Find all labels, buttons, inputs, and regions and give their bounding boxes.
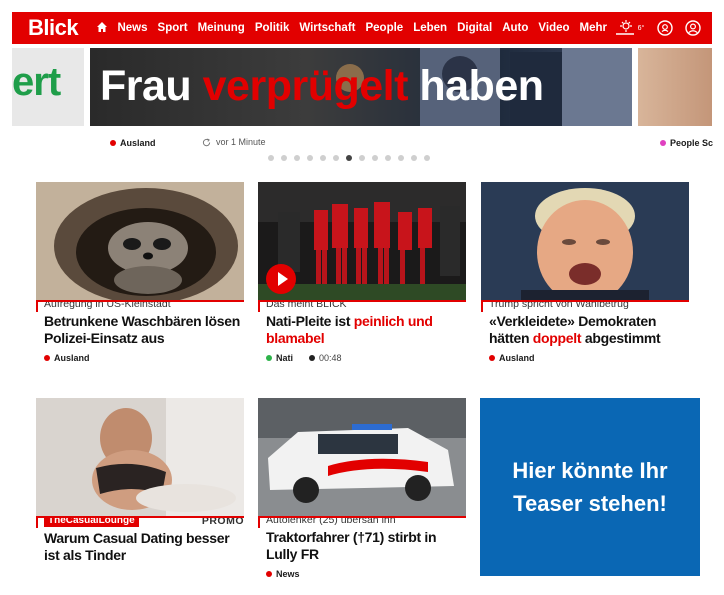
video-play-button[interactable] <box>266 264 296 294</box>
weather-icon[interactable]: 6° <box>612 19 646 37</box>
hero-next-category-label: People Sc <box>670 138 714 148</box>
hero-headline-part-1: Frau <box>100 62 203 110</box>
user-account-icon[interactable] <box>684 19 702 37</box>
article-title[interactable]: «Verkleidete» Demokraten hätten doppelt … <box>489 313 689 347</box>
carousel-pagination <box>268 155 430 161</box>
blick-logo[interactable]: Blick <box>12 15 93 41</box>
article-category[interactable]: News <box>266 569 300 579</box>
carousel-dot[interactable] <box>294 155 300 161</box>
category-dot <box>660 140 666 146</box>
promo-image <box>36 398 244 516</box>
article-title[interactable]: Betrunkene Waschbären lösen Polizei-Eins… <box>44 313 244 347</box>
nav-item-news[interactable]: News <box>112 22 152 34</box>
article-title-part: Nati-Pleite ist <box>266 313 354 329</box>
hero-slide-next[interactable] <box>638 48 712 126</box>
article-image <box>258 182 466 300</box>
top-navigation-bar: Blick News Sport Meinung Politik Wirtsch… <box>12 12 712 44</box>
weather-temperature: 6° <box>637 24 645 32</box>
hero-slide-previous[interactable]: ert <box>12 48 84 126</box>
nav-item-politik[interactable]: Politik <box>250 22 295 34</box>
article-title-highlight: doppelt <box>532 330 582 346</box>
hero-category-tag[interactable]: Ausland <box>110 138 156 148</box>
article-image <box>36 182 244 300</box>
card-accent-line <box>258 516 466 528</box>
carousel-dot[interactable] <box>398 155 404 161</box>
category-dot <box>489 355 495 361</box>
carousel-dot[interactable] <box>385 155 391 161</box>
nav-item-auto[interactable]: Auto <box>497 22 533 34</box>
article-title-part: abgestimmt <box>581 330 661 346</box>
article-category[interactable]: Nati <box>266 353 293 363</box>
article-card-trump[interactable]: Trump spricht von Wahlbetrug «Verkleidet… <box>481 182 689 363</box>
article-category-label: Ausland <box>499 353 535 363</box>
category-dot <box>44 355 50 361</box>
hero-headline-highlight: verprügelt <box>202 62 409 110</box>
hero-time-label: vor 1 Minute <box>216 137 266 147</box>
article-card-raccoons[interactable]: Aufregung in US-Kleinstadt Betrunkene Wa… <box>36 182 244 363</box>
carousel-dot[interactable] <box>281 155 287 161</box>
category-dot <box>266 355 272 361</box>
article-category[interactable]: Ausland <box>44 353 90 363</box>
article-meta: Ausland <box>489 353 689 363</box>
nav-item-leben[interactable]: Leben <box>408 22 452 34</box>
article-image <box>481 182 689 300</box>
article-meta: Nati 00:48 <box>266 353 466 363</box>
carousel-dot[interactable] <box>411 155 417 161</box>
hero-meta: Ausland vor 1 Minute People Sc <box>12 136 713 150</box>
carousel-dot[interactable] <box>424 155 430 161</box>
article-card-nati[interactable]: Das meint BLICK Nati-Pleite ist peinlich… <box>258 182 466 363</box>
nav-item-mehr[interactable]: Mehr <box>575 22 612 34</box>
article-image <box>258 398 466 516</box>
card-accent-line <box>481 300 689 312</box>
header-icons: 6° <box>612 19 712 37</box>
home-icon[interactable] <box>93 21 112 35</box>
article-title[interactable]: Traktorfahrer (†71) stirbt in Lully FR <box>266 529 466 563</box>
carousel-dot[interactable] <box>320 155 326 161</box>
carousel-dot[interactable] <box>372 155 378 161</box>
refresh-icon <box>202 138 211 146</box>
nav-item-sport[interactable]: Sport <box>153 22 193 34</box>
nav-item-people[interactable]: People <box>360 22 408 34</box>
card-accent-line <box>258 300 466 312</box>
category-dot <box>110 140 116 146</box>
article-card-tractor[interactable]: Autolenker (25) übersah ihn Traktorfahre… <box>258 398 466 579</box>
hero-carousel[interactable]: ert Frau verprügelt haben <box>12 48 712 128</box>
nav-item-digital[interactable]: Digital <box>452 22 497 34</box>
promo-title[interactable]: Warum Casual Dating besser ist als Tinde… <box>44 530 244 564</box>
nav-item-wirtschaft[interactable]: Wirtschaft <box>294 22 360 34</box>
hero-slide-current[interactable]: Frau verprügelt haben <box>90 48 632 126</box>
card-accent-line <box>36 516 244 528</box>
carousel-dot[interactable] <box>307 155 313 161</box>
carousel-dot[interactable] <box>333 155 339 161</box>
hero-next-category-tag[interactable]: People Sc <box>660 138 713 148</box>
article-category-label: News <box>276 569 300 579</box>
article-category-label: Nati <box>276 353 294 363</box>
article-meta: Ausland <box>44 353 244 363</box>
article-category-label: Ausland <box>54 353 90 363</box>
teaser-text: Hier könnte Ihr Teaser stehen! <box>512 458 668 516</box>
carousel-dot[interactable] <box>346 155 352 161</box>
hero-slide-previous-text: ert <box>12 60 61 104</box>
nav-item-meinung[interactable]: Meinung <box>193 22 250 34</box>
teaser-placeholder-ad[interactable]: Hier könnte Ihr Teaser stehen! <box>480 398 700 576</box>
article-category[interactable]: Ausland <box>489 353 535 363</box>
carousel-dot[interactable] <box>359 155 365 161</box>
shield-location-icon[interactable] <box>656 19 674 37</box>
main-nav: News Sport Meinung Politik Wirtschaft Pe… <box>93 21 612 35</box>
hero-headline: Frau verprügelt haben <box>100 62 544 111</box>
category-dot <box>266 571 272 577</box>
article-meta: News <box>266 569 466 579</box>
article-title[interactable]: Nati-Pleite ist peinlich und blamabel <box>266 313 466 347</box>
promo-card-casual-dating[interactable]: TheCasualLounge PROMO Warum Casual Datin… <box>36 398 244 564</box>
card-accent-line <box>36 300 244 312</box>
video-duration: 00:48 <box>309 353 342 363</box>
video-duration-label: 00:48 <box>319 353 342 363</box>
nav-item-video[interactable]: Video <box>533 22 574 34</box>
hero-time: vor 1 Minute <box>202 137 266 147</box>
video-duration-icon <box>309 355 316 361</box>
hero-headline-part-2: haben <box>407 62 544 110</box>
hero-category-label: Ausland <box>120 138 156 148</box>
carousel-dot[interactable] <box>268 155 274 161</box>
